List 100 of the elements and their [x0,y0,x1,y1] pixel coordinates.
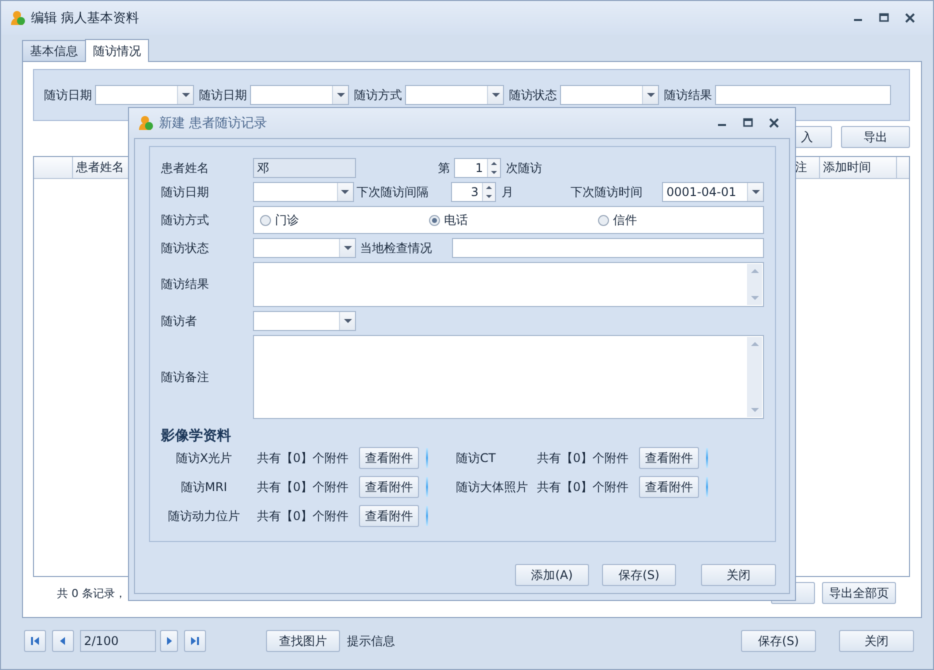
record-summary: 共 0 条记录， [57,586,126,600]
attachment-count: 共有【0】个附件 [257,508,350,524]
close-icon[interactable] [768,117,780,129]
section-title: 影像学资料 [161,427,232,445]
up-icon [491,162,497,165]
dialog-button[interactable]: 关闭 [701,564,776,586]
dialog-button[interactable]: 保存(S) [602,564,676,586]
last-page-icon [190,636,200,646]
filter-label: 随访状态 [509,86,557,104]
field-label: 随访备注 [161,368,210,386]
caret-icon [182,93,190,97]
field-label: 患者姓名 [161,160,210,176]
field-label: 随访日期 [161,184,210,200]
tab[interactable]: 基本信息 [22,40,86,61]
maximize-icon[interactable] [878,12,890,24]
attachment-label: 随访CT [456,450,497,466]
caret-icon [336,93,344,97]
down-icon [750,408,758,412]
filter-dropdown[interactable] [405,85,504,105]
attachment-label: 随访大体照片 [456,478,529,496]
dialog-title: 新建 患者随访记录 [159,115,268,132]
page-field[interactable]: 2/100 [80,630,156,652]
attachment-label: 随访动力位片 [167,508,241,524]
close-button[interactable]: 关闭 [839,630,914,652]
previous-icon [58,636,68,646]
toolbar-button[interactable]: 导出 [841,126,910,148]
attachment-count: 共有【0】个附件 [257,450,350,466]
field-label: 下次随访间隔 [356,184,430,200]
name-field[interactable]: 邓 [253,158,356,178]
last-page-button[interactable] [184,630,206,652]
filter-label: 随访日期 [44,86,92,104]
previous-page-button[interactable] [52,630,74,652]
window-title: 编辑 病人基本资料 [31,10,140,27]
down-icon [750,296,758,300]
caret-icon [344,246,352,250]
caret-icon [752,190,760,194]
date-dropdown[interactable] [253,182,354,202]
first-page-button[interactable] [24,630,46,652]
filter-input[interactable] [715,85,891,105]
number-spinner[interactable]: 3 [450,182,496,202]
attachment-label: 随访MRI [180,478,228,496]
number-spinner[interactable]: 1 [454,158,501,178]
filter-dropdown[interactable] [250,85,349,105]
attachment-label: 随访X光片 [174,450,234,466]
caret-icon [646,93,654,97]
down-icon [491,171,497,174]
view-attachment-button[interactable]: 查看附件 [639,476,699,498]
scrollbar[interactable] [747,337,762,417]
next-icon [164,636,174,646]
view-attachment-button[interactable]: 查看附件 [639,447,699,469]
view-attachment-button[interactable]: 查看附件 [359,447,419,469]
field-label: 第 [438,160,450,176]
filter-label: 随访日期 [199,86,247,104]
caret-icon [492,93,500,97]
dialog-button[interactable]: 添加(A) [515,564,589,586]
export-all-button[interactable]: 导出全部页 [822,582,896,604]
view-attachment-button[interactable]: 查看附件 [359,476,419,498]
down-icon [486,195,492,198]
first-page-icon [30,636,40,646]
field-label: 随访状态 [161,240,210,256]
maximize-icon[interactable] [742,117,754,129]
text-field[interactable] [452,238,764,258]
view-attachment-button[interactable]: 查看附件 [359,505,419,527]
radio-option[interactable]: 门诊 [254,212,423,228]
status-dropdown[interactable] [253,238,356,258]
attachment-count: 共有【0】个附件 [257,478,350,496]
radio-option[interactable]: 电话 [423,212,592,228]
filter-dropdown[interactable] [95,85,194,105]
unit-label: 月 [501,184,514,200]
field-label: 随访方式 [161,212,210,228]
hint-text: 提示信息 [347,632,395,650]
up-icon [486,186,492,189]
filter-label: 随访方式 [354,86,402,104]
text-area[interactable] [253,262,764,307]
visitor-dropdown[interactable] [253,311,356,331]
app-icon [10,10,26,26]
next-page-button[interactable] [160,630,178,652]
attachment-count: 共有【0】个附件 [537,450,630,466]
save-button[interactable]: 保存(S) [741,630,816,652]
app-icon [138,115,154,131]
attachment-count: 共有【0】个附件 [537,478,630,496]
filter-dropdown[interactable] [560,85,659,105]
field-label: 随访结果 [161,276,210,293]
tab[interactable]: 随访情况 [85,39,149,62]
caret-icon [344,319,352,323]
date-dropdown[interactable]: 0001-04-01 [662,182,764,202]
field-label: 随访者 [161,312,198,330]
find-image-button[interactable]: 查找图片 [266,630,340,652]
caret-icon [341,190,350,194]
filter-label: 随访结果 [664,86,712,104]
column-header[interactable]: 添加时间 [820,157,897,178]
scrollbar[interactable] [747,264,762,305]
field-label: 当地检查情况 [360,240,433,256]
radio-option[interactable]: 信件 [592,212,761,228]
up-icon [750,269,758,273]
field-label: 下次随访时间 [570,184,644,200]
text-area[interactable] [253,335,764,419]
up-icon [750,342,758,346]
close-icon[interactable] [904,12,916,24]
field-label: 次随访 [506,160,542,176]
